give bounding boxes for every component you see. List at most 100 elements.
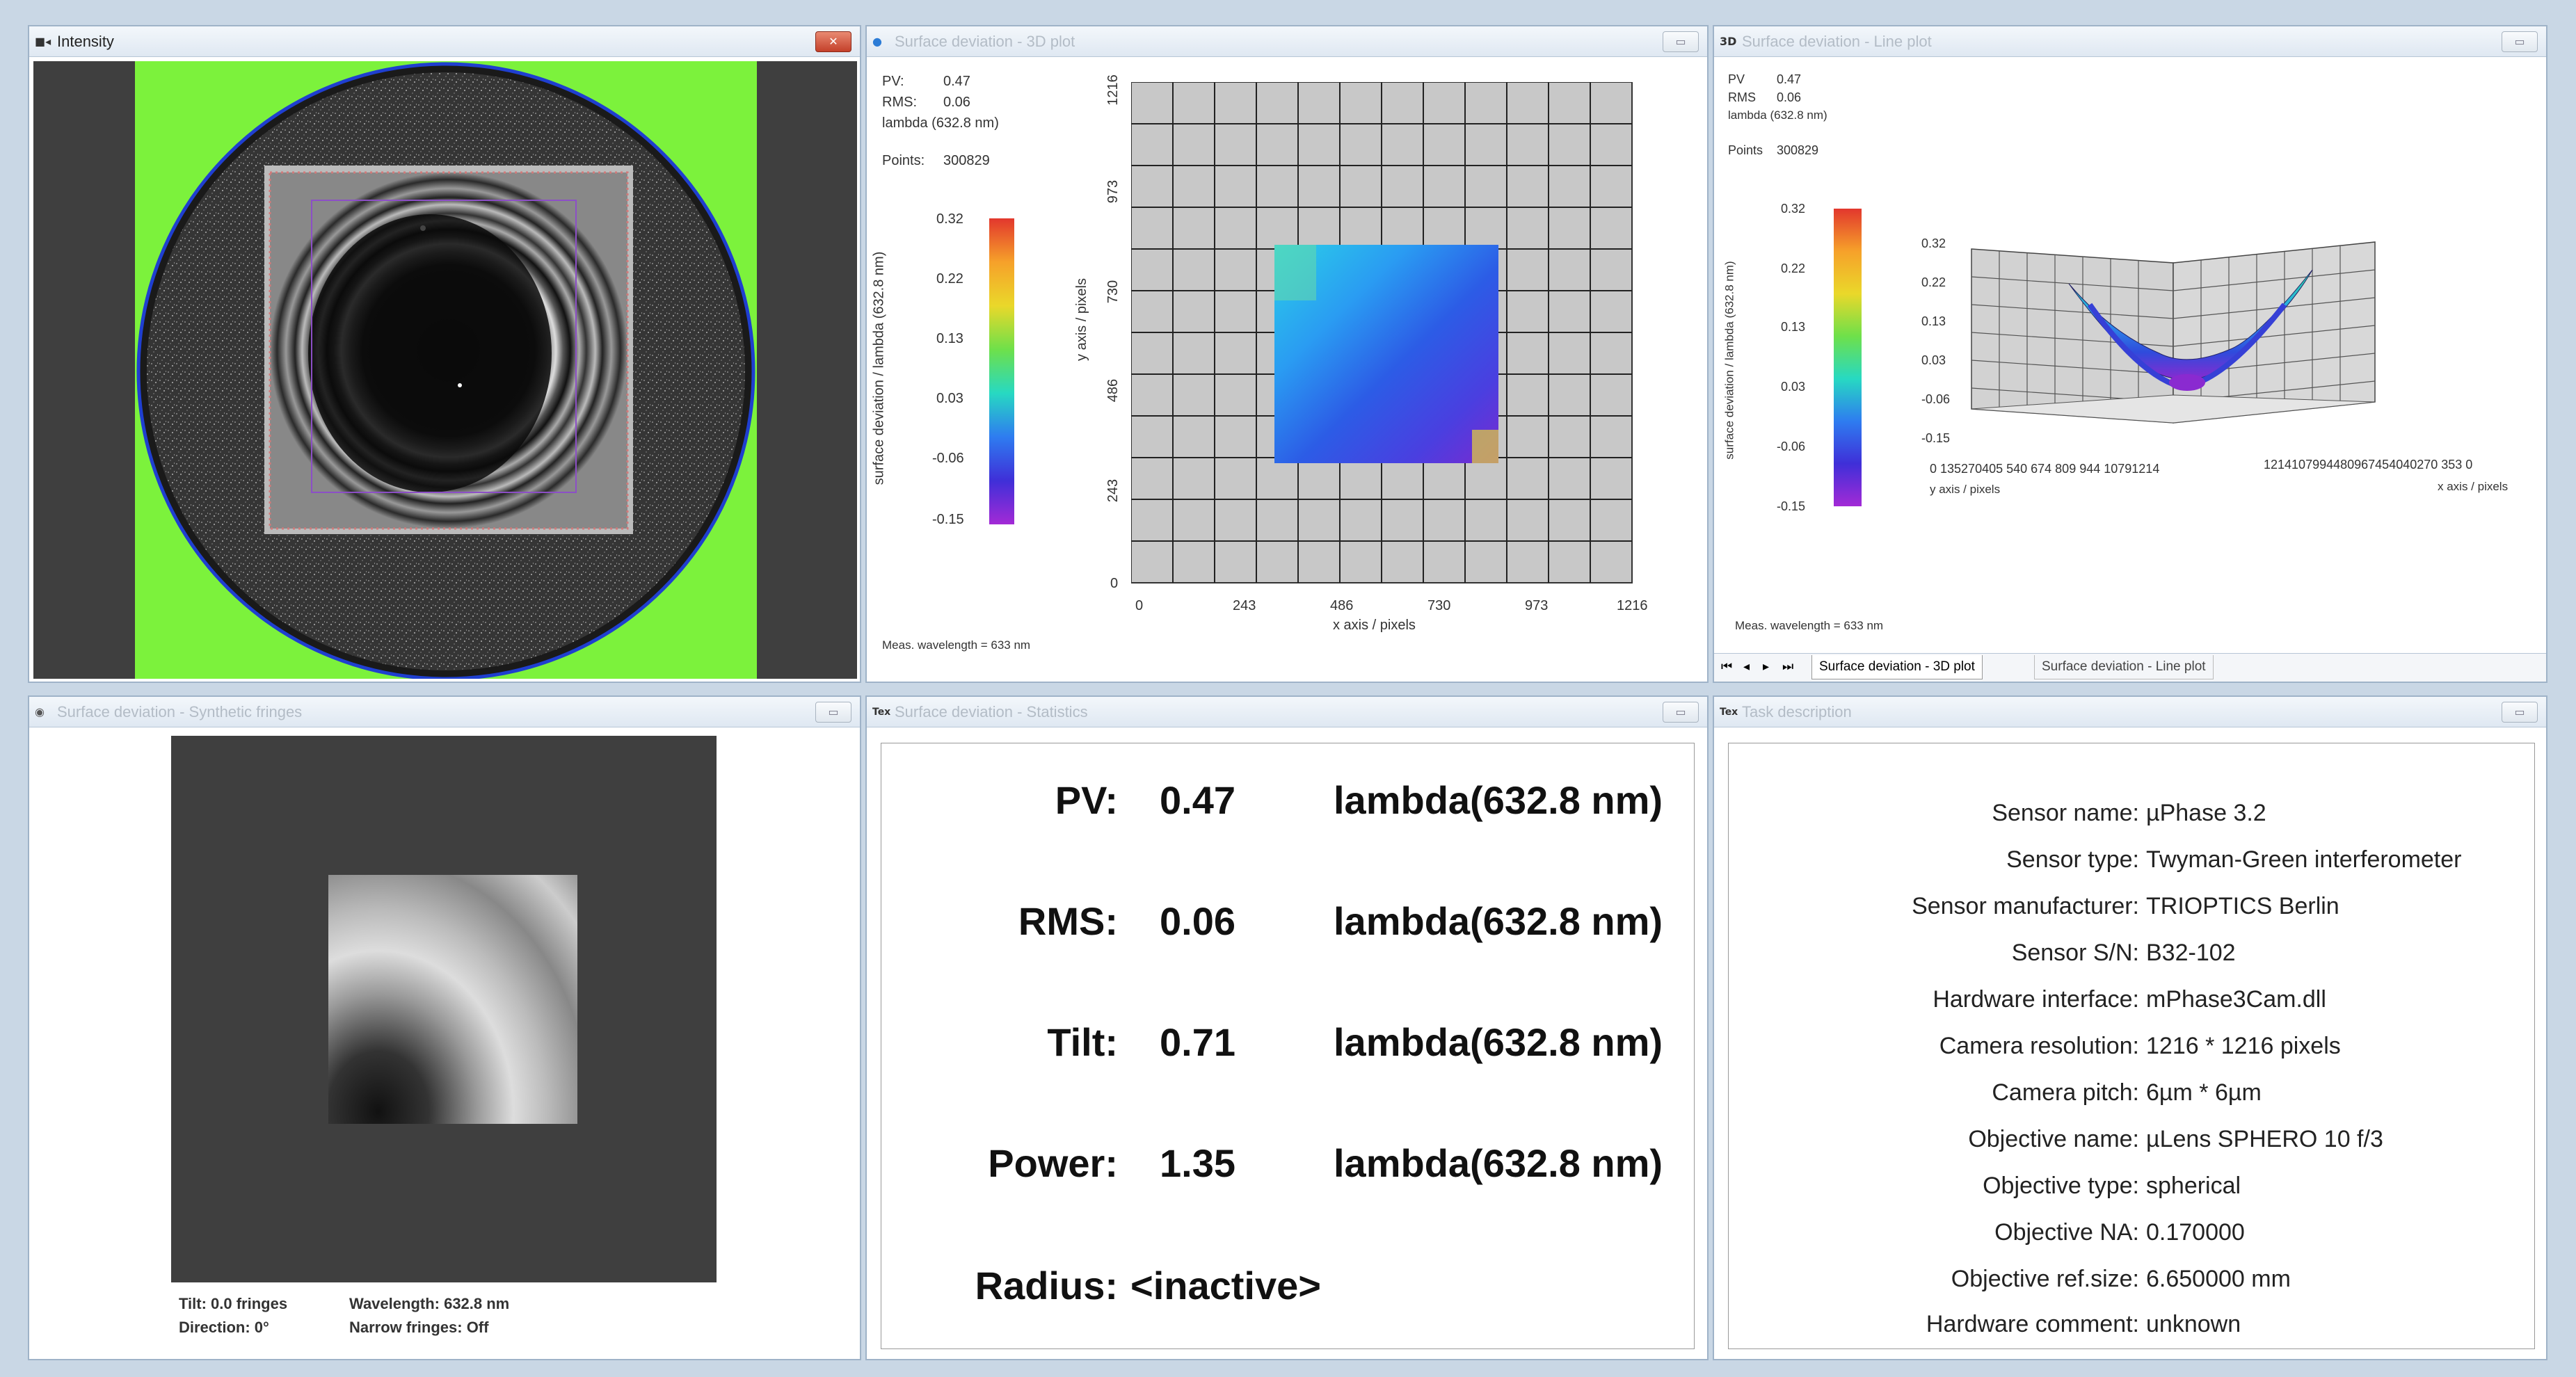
desc-row: Sensor S/N: B32-102: [1729, 939, 2546, 967]
synthetic-fringes-panel: ◉ Surface deviation - Synthetic fringes …: [28, 695, 861, 1360]
rms-label: RMS:: [882, 95, 917, 110]
restore-button[interactable]: ▭: [815, 702, 851, 723]
desc-key: Objective type:: [1983, 1173, 2139, 1199]
intensity-panel: ■◂ Intensity ✕: [28, 25, 861, 683]
y-tick: 0: [1110, 576, 1119, 591]
colorbar-tick: -0.06: [1777, 440, 1806, 453]
line-plot-panel: 3D Surface deviation - Line plot ▭ PV 0.…: [1713, 25, 2547, 683]
rms-label: RMS: [1728, 90, 1756, 104]
colorbar-tick: 0.13: [936, 331, 963, 346]
next-tab-button[interactable]: ▸: [1763, 659, 1769, 674]
x-tick: 1216: [1617, 598, 1648, 613]
prev-tab-button[interactable]: ◂: [1743, 659, 1750, 674]
desc-value: µLens SPHERO 10 f/3: [2146, 1126, 2383, 1152]
surface-3d-plot-titlebar[interactable]: ● Surface deviation - 3D plot ▭: [867, 26, 1707, 57]
desc-value: 0.170000: [2146, 1219, 2245, 1246]
statistics-title: Surface deviation - Statistics: [895, 703, 1088, 720]
points-value: 300829: [943, 153, 990, 168]
z-tick: 0.32: [1921, 236, 1946, 250]
unit-label: lambda (632.8 nm): [1728, 108, 1827, 122]
z-tick: 0.22: [1921, 275, 1946, 289]
statistics-titlebar[interactable]: Tex Surface deviation - Statistics ▭: [867, 697, 1707, 727]
desc-key: Objective ref.size:: [1951, 1266, 2139, 1292]
deviation-map: [1131, 82, 1702, 666]
intensity-titlebar[interactable]: ■◂ Intensity ✕: [29, 26, 860, 57]
x-tick-row: 1214107994480967454040270 353 0: [2264, 458, 2473, 472]
text-icon: Tex: [872, 707, 891, 718]
stat-value-pv: 0.47: [1160, 778, 1235, 822]
narrow-fringes-info: Narrow fringes: Off: [349, 1319, 489, 1336]
colorbar-axis-label: surface deviation / lambda (632.8 nm): [871, 251, 887, 485]
text-icon: Tex: [1720, 707, 1738, 718]
close-button[interactable]: ✕: [815, 31, 851, 52]
fringe-icon: ◉: [35, 705, 45, 718]
y-tick: 973: [1105, 179, 1121, 204]
fringe-pattern: [328, 875, 577, 1124]
desc-row: Objective NA: 0.170000: [1729, 1218, 2546, 1246]
desc-value: spherical: [2146, 1173, 2241, 1199]
stat-label-rms: RMS:: [1018, 899, 1118, 943]
colorbar: [989, 218, 1014, 524]
desc-row: Sensor manufacturer: TRIOPTICS Berlin: [1729, 892, 2546, 920]
colorbar-tick: 0.03: [1781, 380, 1806, 394]
y-tick: 486: [1105, 378, 1121, 403]
x-axis-label: x axis / pixels: [2438, 480, 2509, 493]
restore-button[interactable]: ▭: [1663, 702, 1699, 723]
wavelength-info: Wavelength: 632.8 nm: [349, 1295, 510, 1312]
y-tick: 730: [1105, 280, 1121, 304]
synthetic-fringes-titlebar[interactable]: ◉ Surface deviation - Synthetic fringes …: [29, 697, 860, 727]
direction-info: Direction: 0°: [179, 1319, 269, 1336]
colorbar-tick: 0.32: [1781, 202, 1806, 216]
line-plot-titlebar[interactable]: 3D Surface deviation - Line plot ▭: [1714, 26, 2546, 57]
surface-3d-view: [1971, 241, 2376, 424]
desc-value: B32-102: [2146, 940, 2236, 966]
z-tick: 0.13: [1921, 314, 1946, 328]
wavelength-footer: Meas. wavelength = 633 nm: [882, 638, 1031, 652]
statistics-panel: Tex Surface deviation - Statistics ▭ PV:…: [865, 695, 1709, 1360]
3d-icon: 3D: [1720, 35, 1737, 48]
y-tick: 243: [1105, 478, 1121, 503]
desc-value: 6.650000 mm: [2146, 1266, 2291, 1292]
desc-row: Objective ref.size: 6.650000 mm: [1729, 1265, 2546, 1293]
desc-row: Sensor type: Twyman-Green interferometer: [1729, 846, 2546, 873]
colorbar-tick: -0.15: [1777, 499, 1806, 513]
desc-row: Objective type: spherical: [1729, 1172, 2546, 1200]
synthetic-fringes-image: [171, 736, 717, 1282]
desc-value: mPhase3Cam.dll: [2146, 986, 2326, 1013]
restore-button[interactable]: ▭: [2502, 31, 2538, 52]
colorbar-tick: 0.32: [936, 211, 963, 227]
desc-row: Hardware interface: mPhase3Cam.dll: [1729, 985, 2546, 1013]
tab-surface-3d-plot[interactable]: Surface deviation - 3D plot: [1811, 655, 1983, 679]
colorbar-axis-label: surface deviation / lambda (632.8 nm): [1722, 261, 1736, 460]
last-tab-button[interactable]: ⏭: [1782, 659, 1793, 674]
points-label: Points:: [882, 153, 925, 168]
colorbar-tick: -0.15: [932, 512, 964, 527]
task-description-titlebar[interactable]: Tex Task description ▭: [1714, 697, 2546, 727]
pv-label: PV: [1728, 72, 1745, 86]
synthetic-fringes-title: Surface deviation - Synthetic fringes: [57, 703, 303, 720]
desc-value: unknown: [2146, 1311, 2241, 1337]
intensity-image: [33, 61, 857, 679]
x-axis-label: x axis / pixels: [1333, 618, 1416, 633]
y-axis-label: y axis / pixels: [1930, 483, 2001, 496]
restore-button[interactable]: ▭: [1663, 31, 1699, 52]
x-tick: 486: [1330, 598, 1354, 613]
desc-value: Twyman-Green interferometer: [2146, 846, 2462, 873]
desc-key: Camera pitch:: [1992, 1079, 2139, 1106]
colorbar-tick: 0.22: [936, 271, 963, 287]
desc-row: Camera pitch: 6µm * 6µm: [1729, 1079, 2546, 1106]
tab-surface-line-plot[interactable]: Surface deviation - Line plot: [2034, 655, 2214, 679]
description-body: Sensor name: µPhase 3.2 Sensor type: Twyma…: [1728, 743, 2535, 1349]
x-tick: 973: [1525, 598, 1549, 613]
desc-key: Objective NA:: [1994, 1219, 2139, 1246]
rms-value: 0.06: [1777, 90, 1802, 104]
rms-value: 0.06: [943, 95, 970, 110]
desc-key: Sensor type:: [2006, 846, 2139, 873]
first-tab-button[interactable]: ⏮: [1721, 659, 1732, 674]
desc-key: Hardware comment:: [1926, 1311, 2139, 1337]
stat-value-rms: 0.06: [1160, 899, 1235, 943]
desc-key: Sensor manufacturer:: [1912, 893, 2139, 919]
desc-value: 6µm * 6µm: [2146, 1079, 2262, 1106]
pv-value: 0.47: [943, 74, 970, 89]
restore-button[interactable]: ▭: [2502, 702, 2538, 723]
